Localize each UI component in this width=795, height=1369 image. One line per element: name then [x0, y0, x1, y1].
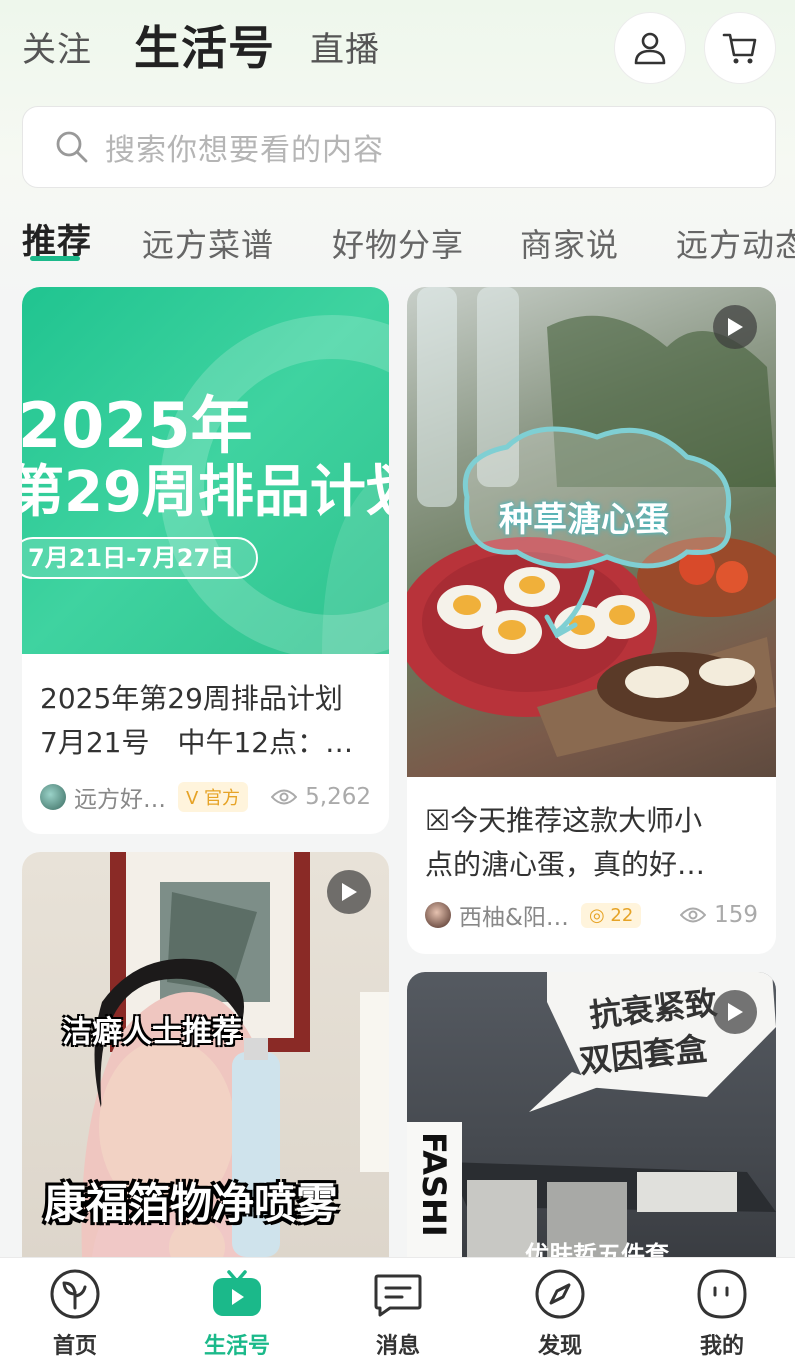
user-icon [634, 32, 666, 65]
card-title-line1: ☒今天推荐这款大师小 [425, 804, 703, 837]
profile-button[interactable] [614, 12, 686, 84]
category-merchant-says[interactable]: 商家说 [520, 220, 619, 266]
cover-caption-top: 洁癖人士推荐 [62, 1015, 242, 1050]
play-icon [728, 1003, 743, 1021]
tab-follow[interactable]: 关注 [22, 22, 92, 71]
view-count: 159 [680, 902, 758, 928]
nav-life-account-label: 生活号 [203, 1334, 270, 1359]
sprout-icon [50, 1269, 100, 1319]
card-title-line2: 7月21号 中午12点：… [40, 726, 354, 759]
card-cover-image: 2025年 第29周排品计划 7月21日-7月27日 [22, 287, 389, 654]
nav-messages[interactable]: 消息 [343, 1268, 453, 1368]
card-meta: 西柚&阳… ◎ 22 159 [425, 898, 758, 932]
video-play-button[interactable] [327, 870, 371, 914]
category-updates[interactable]: 远方动态 [676, 220, 795, 266]
cover-plan-text: 第29周排品计划 [22, 460, 389, 525]
author-avatar [425, 902, 451, 928]
cart-icon [722, 33, 757, 64]
feed-card-eggs[interactable]: 种草溏心蛋 ☒今天推荐这款大师小 点的溏心蛋，真的好… 西柚&阳… ◎ 22 1… [407, 287, 776, 954]
nav-me-label: 我的 [699, 1334, 744, 1359]
cover-side-text: FASHI [415, 1132, 453, 1237]
card-cover-image: 抗衰紧致 双因套盒 FASHI 优肤哲五件套 [407, 972, 776, 1257]
cover-bottom-text: 优肤哲五件套 [525, 1241, 669, 1257]
tab-life-account[interactable]: 生活号 [134, 12, 275, 78]
cover-date-pill: 7月21日-7月27日 [22, 537, 259, 579]
nav-home[interactable]: 首页 [20, 1268, 130, 1368]
view-count: 5,262 [271, 784, 371, 810]
nav-home-label: 首页 [52, 1334, 97, 1359]
nav-me[interactable]: 我的 [667, 1268, 777, 1368]
cart-button[interactable] [704, 12, 776, 84]
cover-caption-bottom: 康福箔物净喷雾 [44, 1179, 339, 1228]
tab-live[interactable]: 直播 [310, 22, 380, 71]
top-header: 关注 生活号 直播 [0, 0, 795, 92]
play-icon [342, 883, 357, 901]
video-play-button[interactable] [713, 305, 757, 349]
card-cover-image: 种草溏心蛋 [407, 287, 776, 777]
level-badge: ◎ 22 [580, 902, 642, 928]
eye-icon [271, 789, 298, 805]
tv-icon [213, 1270, 261, 1316]
search-icon [56, 131, 88, 163]
author-name[interactable]: 西柚&阳… [459, 898, 569, 932]
feed-card-schedule[interactable]: 2025年 第29周排品计划 7月21日-7月27日 2025年第29周排品计划… [22, 287, 389, 834]
card-meta: 远方好… V 官方 5,262 [40, 780, 371, 814]
eye-icon [680, 907, 707, 923]
video-play-button[interactable] [713, 990, 757, 1034]
message-icon [374, 1274, 422, 1317]
search-placeholder: 搜索你想要看的内容 [105, 133, 384, 168]
author-name[interactable]: 远方好… [74, 780, 166, 814]
nav-discover-label: 发现 [537, 1334, 582, 1359]
feed-card-skincare[interactable]: 抗衰紧致 双因套盒 FASHI 优肤哲五件套 [407, 972, 776, 1257]
card-title-line1: 2025年第29周排品计划 [40, 682, 343, 715]
nav-messages-label: 消息 [375, 1334, 420, 1359]
cover-caption: 种草溏心蛋 [499, 500, 669, 540]
category-tabs: 推荐 远方菜谱 好物分享 商家说 远方动态 [0, 210, 795, 270]
face-icon [697, 1269, 747, 1319]
card-cover-image: 洁癖人士推荐 康福箔物净喷雾 [22, 852, 389, 1257]
active-category-indicator [30, 256, 80, 261]
nav-discover[interactable]: 发现 [505, 1268, 615, 1368]
feed-card-spray[interactable]: 洁癖人士推荐 康福箔物净喷雾 [22, 852, 389, 1257]
play-icon [728, 318, 743, 336]
category-goods-sharing[interactable]: 好物分享 [332, 220, 464, 266]
bottom-navigation: 首页 生活号 消息 发现 我的 [0, 1257, 795, 1369]
compass-icon [535, 1269, 585, 1319]
category-recipes[interactable]: 远方菜谱 [142, 220, 274, 266]
author-avatar [40, 784, 66, 810]
official-badge: V 官方 [178, 782, 249, 812]
search-bar[interactable]: 搜索你想要看的内容 [22, 106, 776, 188]
card-title-line2: 点的溏心蛋，真的好… [425, 848, 706, 881]
nav-life-account[interactable]: 生活号 [182, 1268, 292, 1368]
